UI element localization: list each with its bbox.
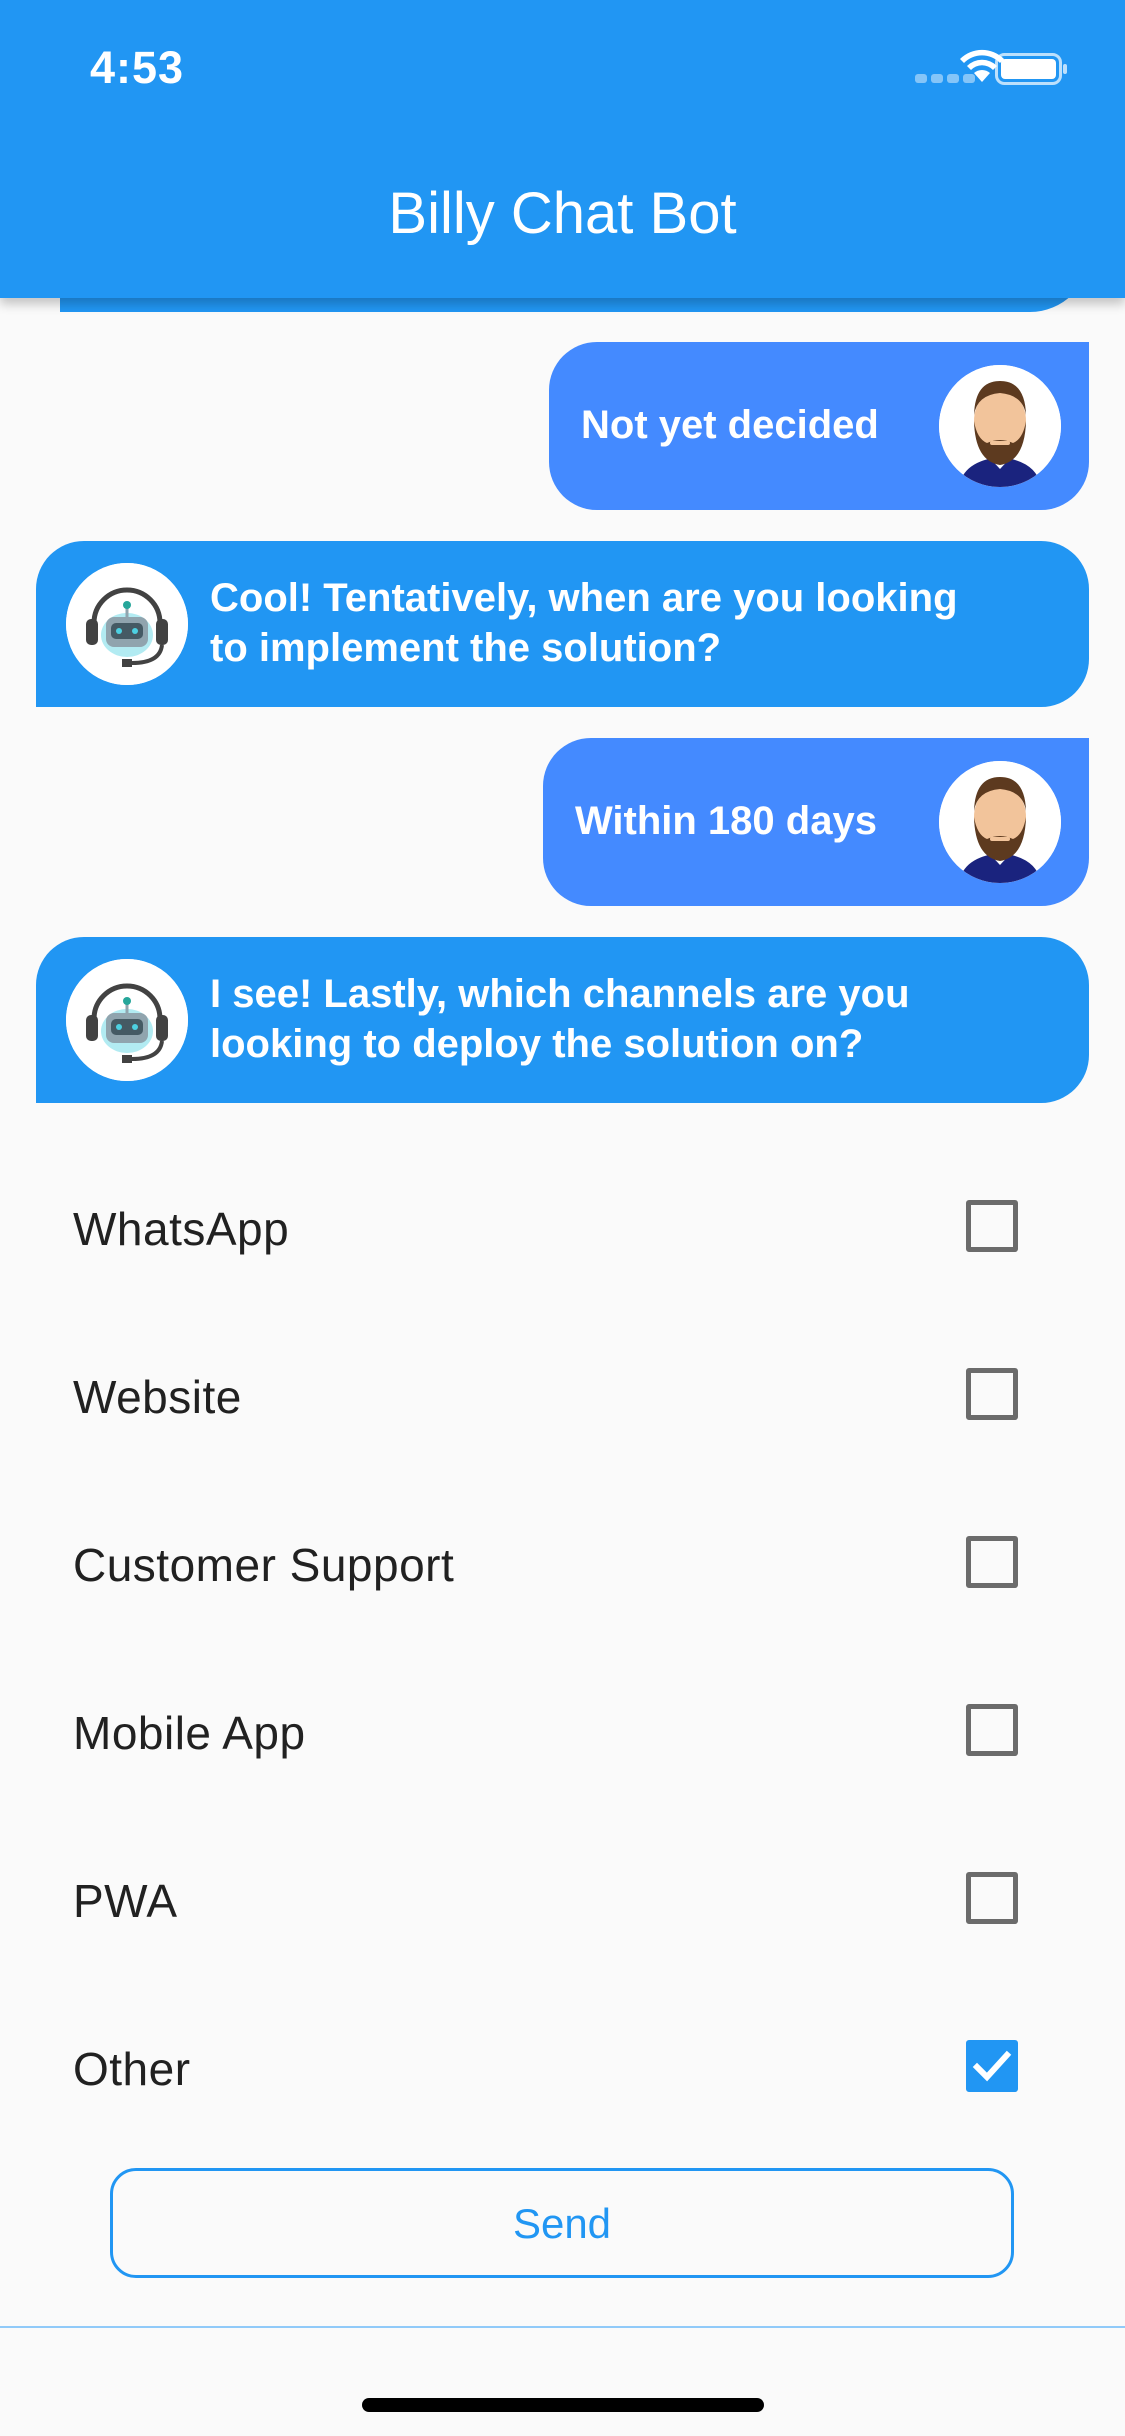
page-title: Billy Chat Bot — [388, 181, 737, 246]
option-customer-support[interactable]: Customer Support — [0, 1504, 1125, 1624]
option-label: Website — [73, 1371, 242, 1423]
robot-headset-icon — [66, 563, 188, 685]
status-time: 4:53 — [90, 42, 185, 93]
app-bar: 4:53 Billy Chat Bot — [0, 0, 1125, 298]
message-text: Within 180 days — [575, 799, 877, 843]
option-other[interactable]: Other — [0, 2008, 1125, 2128]
checkbox-pwa[interactable] — [966, 1872, 1018, 1924]
option-mobile-app[interactable]: Mobile App — [0, 1672, 1125, 1792]
checkmark-icon — [972, 2050, 1012, 2082]
home-indicator[interactable] — [362, 2398, 764, 2412]
robot-headset-icon — [66, 959, 188, 1081]
bot-message-bubble: Cool! Tentatively, when are you looking … — [36, 541, 1089, 707]
user-message-bubble: Within 180 days — [543, 738, 1089, 906]
checkbox-mobile-app[interactable] — [966, 1704, 1018, 1756]
divider — [0, 2326, 1125, 2328]
message-line-1: I see! Lastly, which channels are you — [210, 972, 910, 1016]
send-button[interactable]: Send — [110, 2168, 1014, 2278]
bot-message-bubble: I see! Lastly, which channels are you lo… — [36, 937, 1089, 1103]
user-avatar — [939, 761, 1061, 883]
option-label: Other — [73, 2043, 191, 2095]
user-message-bubble: Not yet decided — [549, 342, 1089, 510]
bearded-man-icon — [939, 761, 1061, 883]
option-label: Mobile App — [73, 1707, 306, 1759]
battery-icon — [995, 53, 1067, 85]
option-whatsapp[interactable]: WhatsApp — [0, 1168, 1125, 1288]
checkbox-whatsapp[interactable] — [966, 1200, 1018, 1252]
checkbox-other[interactable] — [966, 2040, 1018, 2092]
message-line-2: to implement the solution? — [210, 626, 722, 670]
option-pwa[interactable]: PWA — [0, 1840, 1125, 1960]
checkbox-customer-support[interactable] — [966, 1536, 1018, 1588]
option-label: PWA — [73, 1875, 178, 1927]
option-label: Customer Support — [73, 1539, 455, 1591]
message-line-1: Cool! Tentatively, when are you looking — [210, 576, 958, 620]
message-text: Not yet decided — [581, 403, 879, 447]
user-avatar — [939, 365, 1061, 487]
option-website[interactable]: Website — [0, 1336, 1125, 1456]
message-line-2: looking to deploy the solution on? — [210, 1022, 864, 1066]
bearded-man-icon — [939, 365, 1061, 487]
bot-avatar — [66, 959, 188, 1081]
option-label: WhatsApp — [73, 1203, 290, 1255]
checkbox-website[interactable] — [966, 1368, 1018, 1420]
bot-avatar — [66, 563, 188, 685]
